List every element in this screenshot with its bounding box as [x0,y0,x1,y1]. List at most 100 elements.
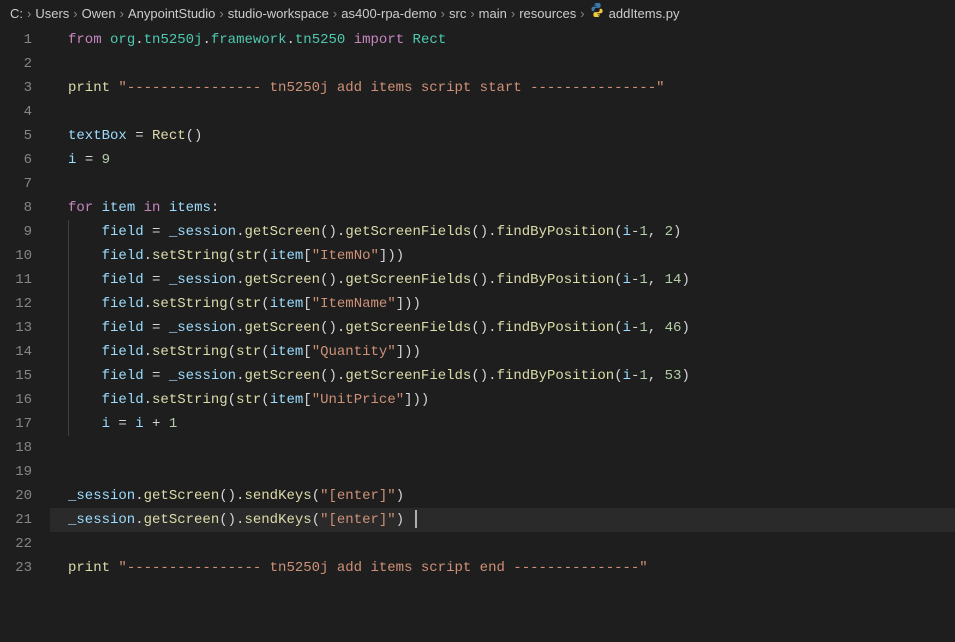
breadcrumb-segment[interactable]: C: [10,6,23,21]
code-token: str [236,296,261,312]
code-token: = [85,152,93,168]
code-token: field [102,272,144,288]
breadcrumb-file[interactable]: addItems.py [609,6,680,21]
code-line[interactable]: textBox = Rect() [50,124,955,148]
code-token: item [102,200,136,216]
code-line[interactable]: field = _session.getScreen().getScreenFi… [50,268,955,292]
code-line[interactable]: _session.getScreen().sendKeys("[enter]") [50,484,955,508]
code-line[interactable] [50,460,955,484]
breadcrumb-segment[interactable]: Owen [82,6,116,21]
breadcrumb-segment[interactable]: src [449,6,466,21]
code-token: (). [320,224,345,240]
line-number: 22 [0,532,50,556]
python-file-icon [589,2,605,18]
line-number: 7 [0,172,50,196]
code-token: findByPosition [497,320,615,336]
breadcrumb-segment[interactable]: studio-workspace [228,6,329,21]
code-line[interactable]: field.setString(str(item["UnitPrice"])) [50,388,955,412]
code-token: ( [261,248,269,264]
code-token: . [135,512,143,528]
code-token: ( [261,344,269,360]
code-token: (). [219,512,244,528]
code-token: (). [471,224,496,240]
breadcrumb-separator-icon: › [120,6,124,21]
text-cursor [415,510,417,528]
code-token: findByPosition [497,368,615,384]
code-token: 9 [102,152,110,168]
code-line[interactable]: field = _session.getScreen().getScreenFi… [50,220,955,244]
code-token: . [202,32,210,48]
code-token: _session [169,320,236,336]
code-line[interactable] [50,172,955,196]
code-line[interactable] [50,100,955,124]
code-token: 2 [665,224,673,240]
code-token: ])) [396,344,421,360]
code-token: field [102,224,144,240]
indent-guide [68,268,69,292]
code-token: str [236,248,261,264]
code-editor[interactable]: 1234567891011121314151617181920212223 fr… [0,22,955,642]
code-token: 1 [639,272,647,288]
code-token: = [152,272,160,288]
code-token: ( [312,512,320,528]
code-token: getScreen [144,512,220,528]
code-token: tn5250j [144,32,203,48]
code-token: (). [471,368,496,384]
code-token: = [152,368,160,384]
breadcrumb-segment[interactable]: AnypointStudio [128,6,215,21]
breadcrumb-segment[interactable]: Users [35,6,69,21]
code-token: = [135,128,143,144]
breadcrumb-segment[interactable]: resources [519,6,576,21]
code-token: items [169,200,211,216]
code-line[interactable] [50,52,955,76]
code-token: ) [673,224,681,240]
code-token: getScreen [244,320,320,336]
breadcrumb-segment[interactable]: main [479,6,507,21]
code-token: sendKeys [244,488,311,504]
code-token: "[enter]" [320,512,396,528]
line-number: 4 [0,100,50,124]
code-line[interactable] [50,436,955,460]
code-line[interactable]: field.setString(str(item["Quantity"])) [50,340,955,364]
code-token: ( [261,392,269,408]
code-line[interactable]: field.setString(str(item["ItemNo"])) [50,244,955,268]
indent-guide [68,340,69,364]
code-token: getScreen [144,488,220,504]
line-number: 15 [0,364,50,388]
code-token: print [68,80,110,96]
code-token: (). [320,320,345,336]
code-token: , [648,368,665,384]
code-token: tn5250 [295,32,345,48]
code-token: ( [614,368,622,384]
code-line[interactable]: for item in items: [50,196,955,220]
code-line[interactable]: print "---------------- tn5250j add item… [50,76,955,100]
breadcrumb-segment[interactable]: as400-rpa-demo [341,6,436,21]
code-token: setString [152,344,228,360]
code-token: 46 [665,320,682,336]
code-token: findByPosition [497,272,615,288]
code-line[interactable]: field = _session.getScreen().getScreenFi… [50,316,955,340]
code-line[interactable]: from org.tn5250j.framework.tn5250 import… [50,28,955,52]
code-line[interactable]: i = 9 [50,148,955,172]
code-token: (). [471,320,496,336]
code-line[interactable]: field.setString(str(item["ItemName"])) [50,292,955,316]
line-number: 3 [0,76,50,100]
code-token: "ItemNo" [312,248,379,264]
code-token: . [286,32,294,48]
breadcrumb-separator-icon: › [441,6,445,21]
code-area[interactable]: from org.tn5250j.framework.tn5250 import… [50,22,955,642]
code-line[interactable]: _session.getScreen().sendKeys("[enter]") [50,508,955,532]
code-line[interactable] [50,532,955,556]
indent-guide [68,220,69,244]
code-line[interactable]: field = _session.getScreen().getScreenFi… [50,364,955,388]
code-token: item [270,296,304,312]
code-token: ( [614,272,622,288]
code-line[interactable]: i = i + 1 [50,412,955,436]
code-line[interactable]: print "---------------- tn5250j add item… [50,556,955,580]
code-token: getScreenFields [345,368,471,384]
code-token: print [68,560,110,576]
breadcrumb: C:›Users›Owen›AnypointStudio›studio-work… [0,0,955,22]
line-number: 2 [0,52,50,76]
code-token: field [102,320,144,336]
indent-guide [68,412,69,436]
